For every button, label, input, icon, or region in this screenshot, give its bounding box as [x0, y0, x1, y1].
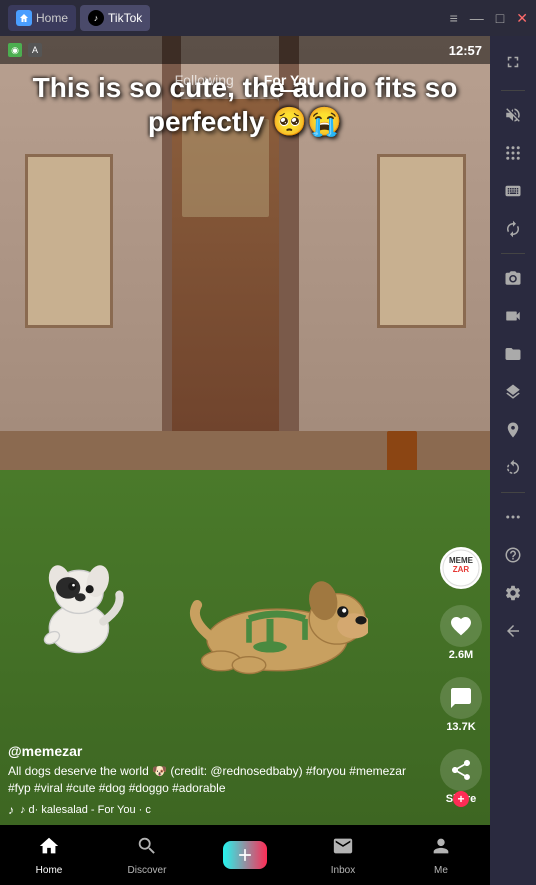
video-background: [0, 36, 490, 825]
nav-inbox-label: Inbox: [331, 865, 355, 876]
status-bar-left: ◉ A: [8, 43, 42, 57]
creator-avatar[interactable]: MEME ZAR: [440, 547, 482, 589]
top-bar: Home ♪ TikTok ≡ — □ ✕: [0, 0, 536, 36]
user-info: @memezar All dogs deserve the world 🐶 (c…: [8, 743, 430, 817]
close-icon[interactable]: ✕: [516, 10, 528, 27]
comment-button[interactable]: [440, 677, 482, 719]
dog-brown: [172, 462, 368, 762]
separator-3: [501, 492, 525, 493]
video-record-button[interactable]: [495, 298, 531, 334]
keyboard-button[interactable]: [495, 173, 531, 209]
status-icon-green: ◉: [8, 43, 22, 57]
content-area: ◉ A 12:57 Following For You: [0, 36, 536, 885]
phone-area: ◉ A 12:57 Following For You: [0, 36, 490, 885]
svg-text:ZAR: ZAR: [453, 565, 470, 574]
add-video-button[interactable]: [223, 841, 267, 869]
status-time: 12:57: [449, 43, 482, 58]
menu-icon[interactable]: ≡: [450, 10, 458, 26]
follow-plus-icon[interactable]: +: [453, 791, 469, 807]
status-bar: ◉ A 12:57: [0, 36, 490, 64]
right-actions: MEME ZAR + 2.6M: [440, 547, 482, 805]
nav-profile-label: Me: [434, 865, 448, 876]
tab-tiktok[interactable]: ♪ TikTok: [80, 5, 150, 31]
nav-inbox-icon: [332, 835, 354, 863]
tab-for-you[interactable]: For You: [264, 72, 316, 92]
username[interactable]: @memezar: [8, 743, 430, 759]
location-button[interactable]: [495, 412, 531, 448]
dog-white: [25, 470, 133, 746]
music-info: ♪ ♪ d· kalesalad - For You · c: [8, 803, 430, 817]
like-count: 2.6M: [449, 649, 473, 661]
sync-button[interactable]: [495, 450, 531, 486]
share-button[interactable]: [440, 749, 482, 791]
more-button[interactable]: [495, 499, 531, 535]
nav-discover[interactable]: Discover: [98, 835, 196, 876]
window-right: [377, 154, 465, 328]
like-button[interactable]: [440, 605, 482, 647]
nav-inbox[interactable]: Inbox: [294, 835, 392, 876]
expand-button[interactable]: [495, 44, 531, 80]
minimize-icon[interactable]: —: [470, 10, 484, 26]
nav-profile[interactable]: Me: [392, 835, 490, 876]
tab-tiktok-label: TikTok: [108, 11, 142, 25]
tab-home-label: Home: [36, 11, 68, 25]
rotate-button[interactable]: [495, 211, 531, 247]
nav-home[interactable]: Home: [0, 835, 98, 876]
camera-button[interactable]: [495, 260, 531, 296]
bottom-nav: Home Discover Inbox: [0, 825, 490, 885]
video-scene: [0, 36, 490, 825]
separator-2: [501, 253, 525, 254]
home-icon: [16, 10, 32, 26]
creator-avatar-container: MEME ZAR +: [440, 547, 482, 589]
video-description: All dogs deserve the world 🐶 (credit: @r…: [8, 763, 430, 797]
nav-home-label: Home: [36, 865, 63, 876]
comment-count: 13.7K: [446, 721, 475, 733]
window-left: [25, 154, 113, 328]
emulator-container: Home ♪ TikTok ≡ — □ ✕ ◉ A 12:57: [0, 0, 536, 885]
help-button[interactable]: [495, 537, 531, 573]
grid-dots-button[interactable]: [495, 135, 531, 171]
like-button-container: 2.6M: [440, 605, 482, 661]
tab-home[interactable]: Home: [8, 5, 76, 31]
nav-profile-icon: [430, 835, 452, 863]
nav-discover-icon: [136, 835, 158, 863]
separator-1: [501, 90, 525, 91]
svg-text:MEME: MEME: [449, 556, 474, 565]
nav-add[interactable]: [196, 841, 294, 869]
status-icon-a: A: [28, 43, 42, 57]
right-toolbar: [490, 36, 536, 885]
music-note-icon: ♪: [8, 803, 14, 817]
volume-button[interactable]: [495, 97, 531, 133]
comment-button-container: 13.7K: [440, 677, 482, 733]
music-text: ♪ d· kalesalad - For You · c: [20, 804, 151, 816]
nav-discover-label: Discover: [128, 865, 167, 876]
window-controls: ≡ — □ ✕: [450, 10, 528, 27]
nav-home-icon: [38, 835, 60, 863]
tiktok-icon: ♪: [88, 10, 104, 26]
layers-button[interactable]: [495, 374, 531, 410]
maximize-icon[interactable]: □: [496, 10, 504, 26]
tiktok-nav: Following For You: [0, 64, 490, 100]
folder-button[interactable]: [495, 336, 531, 372]
back-button[interactable]: [495, 613, 531, 649]
settings-button[interactable]: [495, 575, 531, 611]
tab-following[interactable]: Following: [175, 72, 234, 92]
